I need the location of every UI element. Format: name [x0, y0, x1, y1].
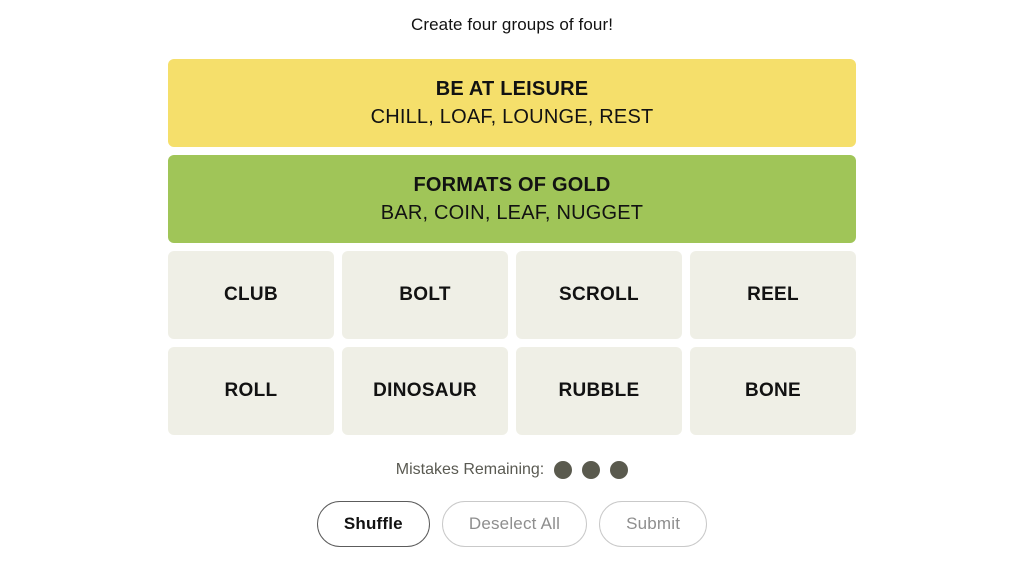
- solved-group-title: BE AT LEISURE: [435, 77, 589, 100]
- tile-label: DINOSAUR: [373, 380, 477, 401]
- tile-label: CLUB: [224, 284, 278, 305]
- game-instruction: Create four groups of four!: [410, 15, 614, 34]
- word-tile-bolt[interactable]: BOLT: [342, 251, 508, 339]
- word-tile-roll[interactable]: ROLL: [168, 347, 334, 435]
- mistake-dot: [582, 461, 601, 479]
- solved-group-members: BAR, COIN, LEAF, NUGGET: [380, 201, 644, 224]
- tile-label: BOLT: [399, 284, 451, 305]
- mistake-dot-group: [554, 461, 629, 479]
- submit-button[interactable]: Submit: [599, 501, 708, 547]
- solved-group-yellow: BE AT LEISURE CHILL, LOAF, LOUNGE, REST: [168, 59, 856, 147]
- word-tile-dinosaur[interactable]: DINOSAUR: [342, 347, 508, 435]
- mistakes-remaining-label: Mistakes Remaining:: [395, 461, 545, 478]
- word-tile-club[interactable]: CLUB: [168, 251, 334, 339]
- tile-label: RUBBLE: [558, 380, 640, 401]
- tile-label: ROLL: [224, 380, 278, 401]
- solved-group-title: FORMATS OF GOLD: [413, 173, 611, 196]
- tile-row: CLUB BOLT SCROLL REEL: [168, 251, 856, 339]
- puzzle-board: BE AT LEISURE CHILL, LOAF, LOUNGE, REST …: [168, 59, 856, 435]
- tile-label: BONE: [744, 380, 802, 401]
- word-tile-scroll[interactable]: SCROLL: [516, 251, 682, 339]
- word-tile-rubble[interactable]: RUBBLE: [516, 347, 682, 435]
- mistake-dot: [610, 461, 629, 479]
- word-tile-bone[interactable]: BONE: [690, 347, 856, 435]
- mistake-dot: [554, 461, 573, 479]
- action-button-row: Shuffle Deselect All Submit: [316, 501, 708, 547]
- solved-group-green: FORMATS OF GOLD BAR, COIN, LEAF, NUGGET: [168, 155, 856, 243]
- tile-label: REEL: [747, 284, 799, 305]
- shuffle-button[interactable]: Shuffle: [316, 501, 430, 547]
- solved-group-members: CHILL, LOAF, LOUNGE, REST: [370, 105, 654, 128]
- tile-row: ROLL DINOSAUR RUBBLE BONE: [168, 347, 856, 435]
- connections-game: Create four groups of four! BE AT LEISUR…: [0, 0, 1024, 583]
- mistakes-remaining: Mistakes Remaining:: [396, 461, 629, 479]
- word-tile-reel[interactable]: REEL: [690, 251, 856, 339]
- deselect-all-button[interactable]: Deselect All: [441, 501, 588, 547]
- tile-label: SCROLL: [559, 284, 639, 305]
